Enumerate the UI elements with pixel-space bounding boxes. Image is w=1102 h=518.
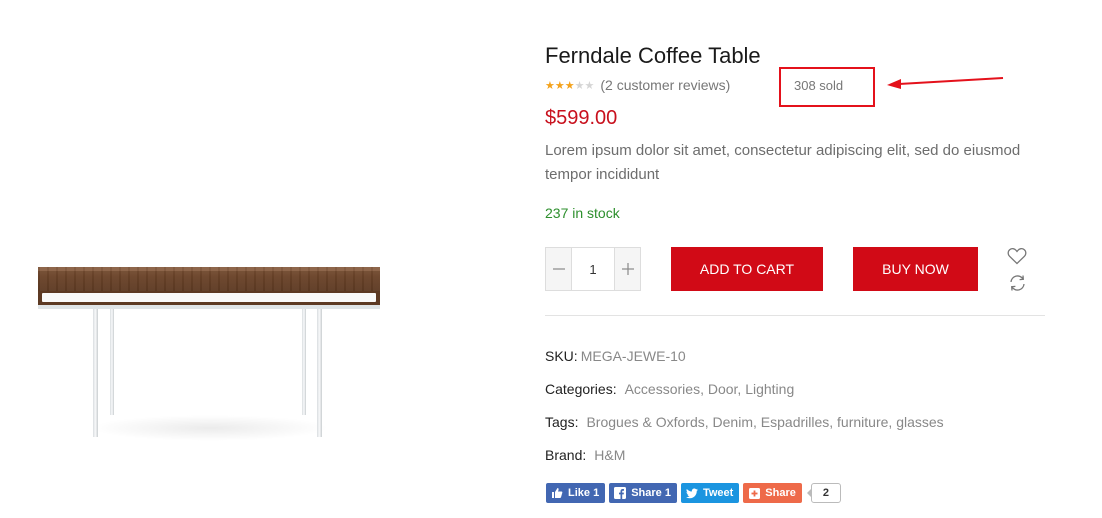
star-filled-icon: ★ — [564, 79, 575, 92]
table-apron — [38, 305, 380, 309]
star-filled-icon: ★ — [545, 79, 555, 92]
facebook-share-label: Share 1 — [631, 487, 671, 499]
product-image — [30, 255, 390, 445]
sold-count: 308 sold — [794, 78, 844, 93]
tag-link[interactable]: furniture — [837, 414, 888, 430]
table-drawer — [38, 291, 380, 305]
product-title: Ferndale Coffee Table — [545, 43, 761, 68]
google-share-button[interactable]: Share — [743, 483, 802, 503]
tag-link[interactable]: Brogues & Oxfords — [586, 414, 704, 430]
separator: , — [704, 414, 713, 430]
facebook-icon — [613, 486, 627, 500]
star-filled-icon: ★ — [554, 79, 565, 92]
star-rating: ★ ★ ★ ★ ★ — [545, 79, 594, 92]
tag-link[interactable]: Denim — [713, 414, 753, 430]
buy-now-button[interactable]: BUY NOW — [853, 247, 978, 291]
categories-label: Categories: — [545, 381, 617, 397]
add-to-cart-button[interactable]: ADD TO CART — [671, 247, 823, 291]
category-link[interactable]: Door — [708, 381, 738, 397]
table-shadow — [90, 415, 330, 441]
tag-link[interactable]: glasses — [896, 414, 943, 430]
minus-icon — [552, 268, 565, 270]
product-price: $599.00 — [545, 107, 618, 129]
star-empty-icon: ★ — [574, 79, 585, 92]
thumbs-up-icon — [550, 486, 564, 500]
quantity-stepper — [545, 247, 641, 291]
table-leg — [93, 309, 98, 437]
social-share-bar: Like 1 Share 1 Tweet Share 2 — [546, 483, 841, 503]
tags-row: Tags: Brogues & Oxfords, Denim, Espadrill… — [545, 414, 944, 430]
google-share-label: Share — [765, 487, 796, 499]
sku-row: SKU: MEGA-JEWE-10 — [545, 348, 686, 364]
quantity-increase-button[interactable] — [614, 248, 640, 290]
tweet-label: Tweet — [702, 487, 734, 499]
compare-icon[interactable] — [1008, 274, 1027, 292]
tags-label: Tags: — [545, 414, 579, 430]
plus-icon — [621, 263, 634, 275]
sku-value: MEGA-JEWE-10 — [580, 348, 686, 364]
categories-row: Categories: Accessories, Door, Lighting — [545, 381, 794, 397]
divider — [545, 315, 1045, 316]
separator: , — [700, 381, 708, 397]
rating-row: ★ ★ ★ ★ ★ (2 customer reviews) — [545, 77, 730, 93]
separator: , — [753, 414, 761, 430]
table-leg — [302, 309, 306, 415]
reviews-link[interactable]: (2 customer reviews) — [600, 77, 730, 93]
brand-label: Brand: — [545, 447, 587, 463]
tag-link[interactable]: Espadrilles — [761, 414, 829, 430]
quantity-decrease-button[interactable] — [546, 248, 572, 290]
table-leg — [317, 309, 322, 437]
facebook-like-label: Like 1 — [568, 487, 600, 499]
google-plus-icon — [747, 486, 761, 500]
category-link[interactable]: Lighting — [745, 381, 794, 397]
share-count: 2 — [806, 483, 841, 503]
facebook-like-button[interactable]: Like 1 — [546, 483, 606, 503]
annotation-arrow-icon — [887, 77, 1004, 89]
facebook-share-button[interactable]: Share 1 — [609, 483, 677, 503]
quantity-input[interactable] — [572, 248, 614, 290]
table-top — [38, 267, 380, 291]
brand-link[interactable]: H&M — [594, 447, 625, 463]
star-empty-icon: ★ — [584, 79, 595, 92]
product-description: Lorem ipsum dolor sit amet, consectetur … — [545, 142, 1021, 183]
twitter-icon — [685, 486, 699, 500]
sku-label: SKU: — [545, 348, 578, 364]
separator: , — [829, 414, 838, 430]
category-link[interactable]: Accessories — [625, 381, 700, 397]
heart-icon[interactable] — [1007, 247, 1027, 265]
table-leg — [110, 309, 114, 415]
tweet-button[interactable]: Tweet — [680, 483, 740, 503]
stock-status: 237 in stock — [545, 205, 620, 221]
brand-row: Brand: H&M — [545, 447, 625, 463]
